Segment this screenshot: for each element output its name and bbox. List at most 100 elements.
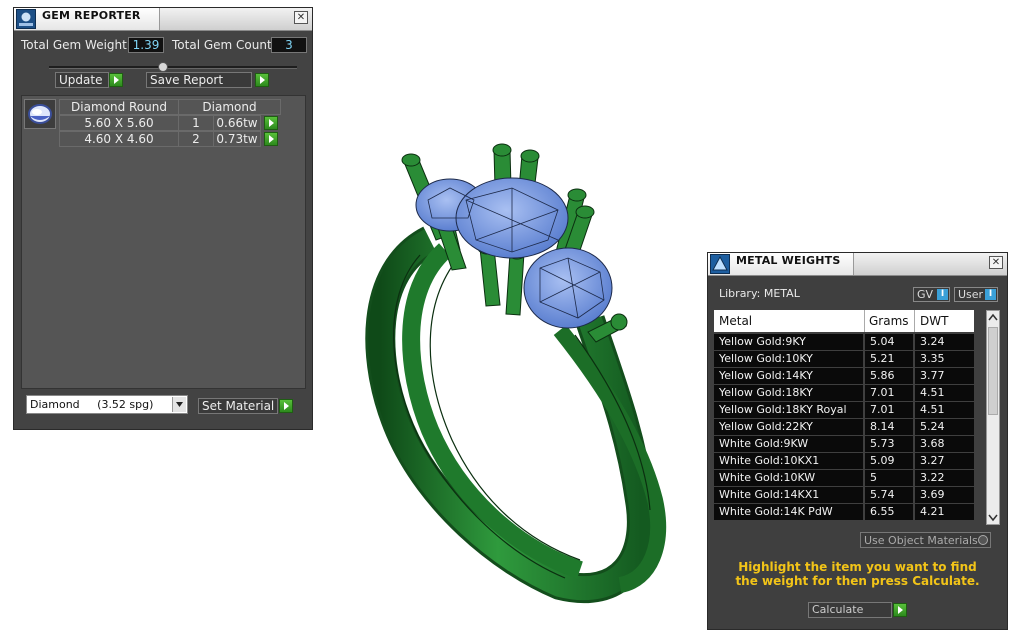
metal-row[interactable]: Yellow Gold:18KY 7.01 4.51: [714, 385, 974, 402]
metal-name-cell: White Gold:9KW: [714, 436, 863, 452]
instruction-text: Highlight the item you want to find the …: [735, 560, 980, 588]
scroll-thumb[interactable]: [988, 327, 998, 415]
dwt-cell: 3.69: [915, 487, 974, 503]
calculate-go-icon[interactable]: [893, 603, 907, 617]
gem-row-1-count[interactable]: 1: [178, 115, 214, 131]
grams-cell: 5.09: [865, 453, 913, 469]
dwt-cell: 3.24: [915, 334, 974, 350]
gem-row-1-go-icon[interactable]: [264, 116, 278, 130]
gem-reporter-app-icon: [16, 9, 36, 29]
grams-cell: 7.01: [865, 402, 913, 418]
total-gem-weight-value: 1.39: [128, 37, 164, 53]
metal-name-cell: Yellow Gold:18KY Royal: [714, 402, 863, 418]
dwt-cell: 5.24: [915, 419, 974, 435]
dwt-cell: 3.27: [915, 453, 974, 469]
set-material-go-icon[interactable]: [279, 399, 293, 413]
gv-label: GV: [917, 288, 934, 301]
gem-row-1-size[interactable]: 5.60 X 5.60: [59, 115, 179, 131]
metal-name-cell: White Gold:14KX1: [714, 487, 863, 503]
column-header-grams[interactable]: Grams: [869, 314, 909, 328]
dwt-cell: 4.51: [915, 385, 974, 401]
user-toggle[interactable]: User I: [954, 287, 998, 302]
calculate-button[interactable]: Calculate: [808, 602, 892, 618]
metal-name-cell: White Gold:14K PdW: [714, 504, 863, 520]
gem-row-2-weight[interactable]: 0.73tw: [213, 131, 261, 147]
metal-name-cell: White Gold:10KW: [714, 470, 863, 486]
gem-row-2-go-icon[interactable]: [264, 132, 278, 146]
metal-row[interactable]: White Gold:14K PdW 6.55 4.21: [714, 504, 974, 521]
use-object-materials-label: Use Object Materials: [864, 534, 978, 547]
material-select-value: Diamond (3.52 spg): [30, 398, 154, 411]
metal-table: Metal Grams DWT Yellow Gold:9KY 5.04 3.24 Y…: [714, 310, 984, 525]
metal-weights-titlebar[interactable]: METAL WEIGHTS ✕: [708, 253, 1007, 276]
library-label: Library: METAL: [719, 287, 800, 300]
metal-row[interactable]: Yellow Gold:22KY 8.14 5.24: [714, 419, 974, 436]
save-report-button[interactable]: Save Report: [146, 72, 252, 88]
total-gem-count-label: Total Gem Count: [172, 38, 272, 52]
grams-cell: 7.01: [865, 385, 913, 401]
gem-reporter-panel: GEM REPORTER ✕ Total Gem Weight 1.39 Tot…: [13, 7, 313, 430]
set-material-button[interactable]: Set Material: [198, 398, 278, 414]
metal-name-cell: White Gold:10KX1: [714, 453, 863, 469]
column-header-dwt[interactable]: DWT: [920, 314, 948, 328]
metal-row[interactable]: Yellow Gold:14KY 5.86 3.77: [714, 368, 974, 385]
user-info-icon[interactable]: I: [985, 289, 996, 300]
metal-row[interactable]: White Gold:10KW 5 3.22: [714, 470, 974, 487]
grams-cell: 6.55: [865, 504, 913, 520]
metal-row[interactable]: White Gold:9KW 5.73 3.68: [714, 436, 974, 453]
gv-toggle[interactable]: GV I: [913, 287, 950, 302]
grams-cell: 5.73: [865, 436, 913, 452]
gem-reporter-close-icon[interactable]: ✕: [294, 11, 308, 24]
gem-table-header-material: Diamond: [178, 99, 281, 115]
dwt-cell: 3.68: [915, 436, 974, 452]
grams-cell: 8.14: [865, 419, 913, 435]
metal-row[interactable]: Yellow Gold:9KY 5.04 3.24: [714, 334, 974, 351]
use-object-materials-toggle[interactable]: Use Object Materials: [860, 532, 991, 548]
metal-name-cell: Yellow Gold:10KY: [714, 351, 863, 367]
gem-table-header-shape: Diamond Round: [59, 99, 179, 115]
gem-row-1-weight[interactable]: 0.66tw: [213, 115, 261, 131]
metal-weights-app-icon: [710, 254, 730, 274]
gem-row-2-count[interactable]: 2: [178, 131, 214, 147]
save-report-go-icon[interactable]: [255, 73, 269, 87]
metal-weights-title: METAL WEIGHTS: [736, 254, 841, 267]
metal-name-cell: Yellow Gold:14KY: [714, 368, 863, 384]
metal-row[interactable]: Yellow Gold:18KY Royal 7.01 4.51: [714, 402, 974, 419]
dwt-cell: 4.51: [915, 402, 974, 418]
metal-name-cell: Yellow Gold:9KY: [714, 334, 863, 350]
metal-table-header: Metal Grams DWT: [714, 310, 974, 332]
update-go-icon[interactable]: [109, 73, 123, 87]
gem-reporter-titlebar[interactable]: GEM REPORTER ✕: [14, 8, 312, 31]
metal-table-scrollbar[interactable]: [986, 310, 1000, 525]
ring-3d-model[interactable]: [340, 140, 700, 610]
grams-cell: 5.74: [865, 487, 913, 503]
total-gem-count-value: 3: [271, 37, 307, 53]
metal-row[interactable]: Yellow Gold:10KY 5.21 3.35: [714, 351, 974, 368]
radio-circle-icon[interactable]: [978, 535, 988, 545]
gem-reporter-title: GEM REPORTER: [42, 9, 141, 22]
metal-name-cell: Yellow Gold:18KY: [714, 385, 863, 401]
chevron-down-icon[interactable]: [172, 397, 186, 412]
gem-row-2-size[interactable]: 4.60 X 4.60: [59, 131, 179, 147]
gem-thumbnail-icon: [24, 99, 56, 129]
grams-cell: 5.21: [865, 351, 913, 367]
metal-name-cell: Yellow Gold:22KY: [714, 419, 863, 435]
scroll-down-icon[interactable]: [987, 511, 999, 524]
material-select[interactable]: Diamond (3.52 spg): [26, 395, 188, 414]
column-header-metal[interactable]: Metal: [719, 314, 752, 328]
metal-row[interactable]: White Gold:14KX1 5.74 3.69: [714, 487, 974, 504]
metal-weights-close-icon[interactable]: ✕: [989, 256, 1003, 269]
gv-info-icon[interactable]: I: [937, 289, 948, 300]
scroll-up-icon[interactable]: [987, 311, 999, 324]
slider-thumb-icon[interactable]: [158, 62, 168, 72]
user-label: User: [958, 288, 984, 301]
update-button[interactable]: Update: [55, 72, 109, 88]
dwt-cell: 3.35: [915, 351, 974, 367]
metal-row[interactable]: White Gold:10KX1 5.09 3.27: [714, 453, 974, 470]
dwt-cell: 3.22: [915, 470, 974, 486]
total-gem-weight-label: Total Gem Weight: [21, 38, 127, 52]
dwt-cell: 4.21: [915, 504, 974, 520]
dwt-cell: 3.77: [915, 368, 974, 384]
gem-list-splitter-slider[interactable]: [49, 62, 297, 72]
grams-cell: 5.04: [865, 334, 913, 350]
